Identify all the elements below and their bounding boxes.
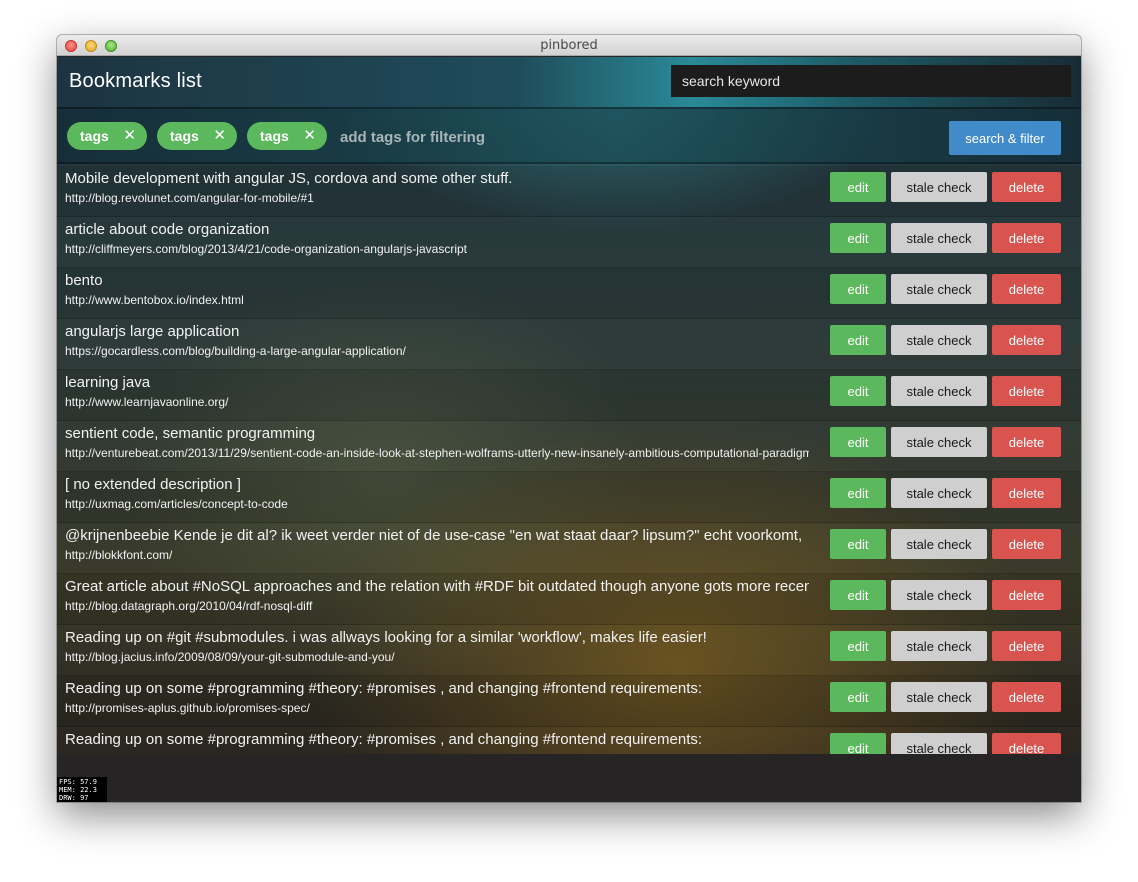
bookmark-title[interactable]: [ no extended description ] (65, 476, 809, 493)
bookmark-row: Great article about #NoSQL approaches an… (57, 574, 1081, 625)
search-input[interactable] (671, 65, 1071, 97)
stale-check-button[interactable]: stale check (891, 376, 987, 406)
delete-button[interactable]: delete (992, 733, 1061, 754)
bookmark-url[interactable]: https://gocardless.com/blog/building-a-l… (65, 344, 809, 358)
delete-button[interactable]: delete (992, 172, 1061, 202)
edit-button[interactable]: edit (830, 733, 886, 754)
stale-check-button[interactable]: stale check (891, 631, 987, 661)
tag-label: tags (80, 128, 109, 144)
bookmark-row: learning java http://www.learnjavaonline.… (57, 370, 1081, 421)
delete-button[interactable]: delete (992, 631, 1061, 661)
edit-button[interactable]: edit (830, 325, 886, 355)
bookmark-row: Mobile development with angular JS, cord… (57, 166, 1081, 217)
bookmark-title[interactable]: bento (65, 272, 809, 289)
stale-check-button[interactable]: stale check (891, 223, 987, 253)
edit-button[interactable]: edit (830, 529, 886, 559)
stale-check-button[interactable]: stale check (891, 682, 987, 712)
tag-filter-bar: tags ✕ tags ✕ tags ✕ search & filter (57, 107, 1081, 164)
bookmark-row: Reading up on #git #submodules. i was al… (57, 625, 1081, 676)
bookmark-url[interactable]: http://blog.datagraph.org/2010/04/rdf-no… (65, 599, 809, 613)
draw-calls-readout: DRW: 97 (59, 794, 89, 802)
bookmark-row: bento http://www.bentobox.io/index.html ed… (57, 268, 1081, 319)
search-filter-button[interactable]: search & filter (949, 121, 1061, 155)
bookmark-list: Mobile development with angular JS, cord… (57, 166, 1081, 754)
stale-check-button[interactable]: stale check (891, 427, 987, 457)
memory-readout: MEM: 22.3 (59, 786, 97, 794)
delete-button[interactable]: delete (992, 223, 1061, 253)
page-title: Bookmarks list (69, 70, 202, 92)
edit-button[interactable]: edit (830, 427, 886, 457)
edit-button[interactable]: edit (830, 274, 886, 304)
tag-filter-input[interactable] (340, 124, 640, 150)
stale-check-button[interactable]: stale check (891, 325, 987, 355)
edit-button[interactable]: edit (830, 172, 886, 202)
delete-button[interactable]: delete (992, 580, 1061, 610)
bookmark-title[interactable]: Reading up on #git #submodules. i was al… (65, 629, 809, 646)
bookmark-url[interactable]: http://blog.jacius.info/2009/08/09/your-… (65, 650, 809, 664)
bookmark-title[interactable]: Reading up on some #programming #theory:… (65, 731, 809, 748)
bookmark-row: article about code organization http://cl… (57, 217, 1081, 268)
delete-button[interactable]: delete (992, 682, 1061, 712)
bookmark-title[interactable]: article about code organization (65, 221, 809, 238)
stale-check-button[interactable]: stale check (891, 478, 987, 508)
edit-button[interactable]: edit (830, 376, 886, 406)
bookmark-url[interactable]: http://blokkfont.com/ (65, 548, 809, 562)
delete-button[interactable]: delete (992, 325, 1061, 355)
delete-button[interactable]: delete (992, 529, 1061, 559)
edit-button[interactable]: edit (830, 631, 886, 661)
stale-check-button[interactable]: stale check (891, 274, 987, 304)
bookmark-url[interactable]: http://www.bentobox.io/index.html (65, 293, 809, 307)
bookmark-row: Reading up on some #programming #theory:… (57, 676, 1081, 727)
bookmark-url[interactable]: http://promises-aplus.github.io/promises… (65, 701, 809, 715)
header-bar: Bookmarks list (57, 57, 1081, 107)
edit-button[interactable]: edit (830, 223, 886, 253)
edit-button[interactable]: edit (830, 580, 886, 610)
bookmark-url[interactable]: http://uxmag.com/articles/concept-to-cod… (65, 497, 809, 511)
bookmark-title[interactable]: Great article about #NoSQL approaches an… (65, 578, 809, 595)
bookmark-title[interactable]: @krijnenbeebie Kende je dit al? ik weet … (65, 527, 809, 544)
stale-check-button[interactable]: stale check (891, 580, 987, 610)
bookmark-row: sentient code, semantic programming http:… (57, 421, 1081, 472)
stale-check-button[interactable]: stale check (891, 733, 987, 754)
bookmark-title[interactable]: Reading up on some #programming #theory:… (65, 680, 809, 697)
delete-button[interactable]: delete (992, 478, 1061, 508)
tag-chip[interactable]: tags ✕ (67, 122, 147, 150)
title-bar: pinbored (57, 35, 1081, 56)
delete-button[interactable]: delete (992, 376, 1061, 406)
bookmark-row: Reading up on some #programming #theory:… (57, 727, 1081, 754)
tag-remove-icon[interactable]: ✕ (213, 122, 226, 150)
bookmark-title[interactable]: sentient code, semantic programming (65, 425, 809, 442)
fps-readout: FPS: 57.9 (59, 778, 97, 786)
performance-stats: FPS: 57.9 MEM: 22.3 DRW: 97 (57, 777, 107, 802)
bookmark-url[interactable]: http://venturebeat.com/2013/11/29/sentie… (65, 446, 809, 460)
tag-label: tags (170, 128, 199, 144)
footer-bar (57, 754, 1081, 802)
bookmark-title[interactable]: angularjs large application (65, 323, 809, 340)
tag-remove-icon[interactable]: ✕ (123, 122, 136, 150)
window-title: pinbored (540, 38, 598, 53)
tag-label: tags (260, 128, 289, 144)
stale-check-button[interactable]: stale check (891, 529, 987, 559)
bookmark-title[interactable]: learning java (65, 374, 809, 391)
edit-button[interactable]: edit (830, 478, 886, 508)
bookmark-url[interactable]: http://cliffmeyers.com/blog/2013/4/21/co… (65, 242, 809, 256)
bookmark-title[interactable]: Mobile development with angular JS, cord… (65, 170, 809, 187)
edit-button[interactable]: edit (830, 682, 886, 712)
bookmark-row: [ no extended description ] http://uxmag.… (57, 472, 1081, 523)
delete-button[interactable]: delete (992, 274, 1061, 304)
bookmark-row: angularjs large application https://gocar… (57, 319, 1081, 370)
delete-button[interactable]: delete (992, 427, 1061, 457)
tag-chip[interactable]: tags ✕ (157, 122, 237, 150)
tag-remove-icon[interactable]: ✕ (303, 122, 316, 150)
app-window: pinbored Bookmarks list tags ✕ tags ✕ ta… (57, 35, 1081, 802)
app-content: Bookmarks list tags ✕ tags ✕ tags ✕ sear… (57, 57, 1081, 754)
stale-check-button[interactable]: stale check (891, 172, 987, 202)
bookmark-url[interactable]: http://www.learnjavaonline.org/ (65, 395, 809, 409)
bookmark-row: @krijnenbeebie Kende je dit al? ik weet … (57, 523, 1081, 574)
bookmark-url[interactable]: http://blog.revolunet.com/angular-for-mo… (65, 191, 809, 205)
tag-chip[interactable]: tags ✕ (247, 122, 327, 150)
